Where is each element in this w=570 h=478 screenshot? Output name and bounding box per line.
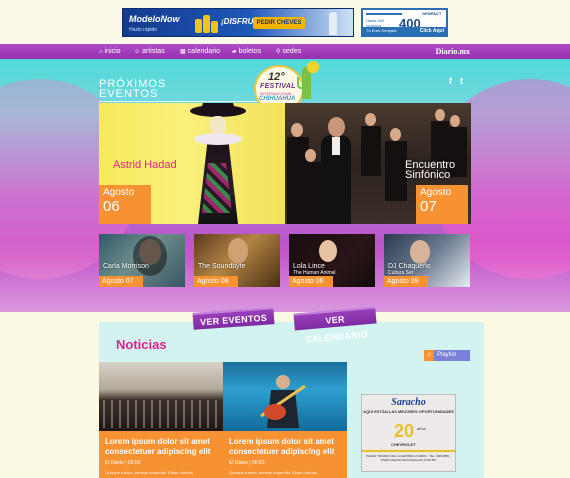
festival-edition: 12° (268, 71, 285, 83)
nav-label: boletos (238, 48, 262, 55)
top-ad-strip: ModeloNow Hazlo rápido ¡DISFRUTA! PEDIR … (0, 0, 570, 44)
sun-icon (307, 61, 319, 73)
news-card-image (223, 362, 347, 431)
event-date: Agosto 09 (384, 276, 428, 287)
cta-row: VER EVENTOS VER CALENDARIO (0, 302, 570, 345)
festival-line3: CHIHUAHUA (259, 96, 296, 102)
hair-shape (133, 236, 167, 276)
featured-event-name: Astrid Hadad (113, 159, 177, 171)
performer-photo (228, 238, 248, 264)
calendar-icon: ▦ (180, 49, 186, 55)
nav-label: inicio (104, 48, 121, 55)
main-nav: ⌂ inicio ☺ artistas ▦ calendario ▰ boletos ⚲… (0, 44, 570, 59)
performer-photo (319, 240, 337, 262)
ad-anniversary: 20 (394, 421, 415, 441)
nav-item-calendario[interactable]: ▦ calendario (180, 46, 220, 57)
nav-label: sedes (282, 48, 302, 55)
event-day: 06 (103, 198, 120, 215)
location-pin-icon: ⚲ (276, 49, 281, 55)
ad-footer: Tú Eres Genpact. Click Aquí (363, 27, 446, 35)
genpact-banner-ad[interactable]: Hasta 400 registros 400 GENPACT Tú Eres … (361, 8, 448, 37)
featured-event-date: Agosto 06 (99, 185, 151, 224)
event-card-the-soundbyte[interactable]: The Soundbyte Agosto 08 (194, 234, 280, 287)
ad-anos: años (417, 426, 426, 431)
event-card-dj-chaqueno[interactable]: DJ Chaqueño Cultura Set Agosto 09 (384, 234, 470, 287)
music-note-icon: ♫ (424, 350, 434, 361)
featured-event-astrid-hadad[interactable]: Astrid Hadad Agosto 06 (99, 103, 285, 224)
news-source: El Diario | 06:50 (105, 460, 141, 466)
people-icon: ☺ (134, 49, 141, 55)
event-name: Lola Lince (293, 263, 325, 270)
performer-photo (410, 240, 430, 264)
beer-cans-image (195, 13, 218, 33)
featured-event-encuentro-sinfonico[interactable]: Encuentro Sinfónico Agosto 07 (285, 103, 471, 224)
diario-logo[interactable]: Diario.mx (436, 46, 470, 57)
ad-click-here[interactable]: Click Aquí (420, 27, 444, 35)
event-date: Agosto 08 (289, 276, 333, 287)
event-label: Lola Lince The Human Animal (293, 263, 336, 276)
ad-foot-text: Tú Eres Genpact. (366, 28, 398, 33)
event-card-carla-morrison[interactable]: Carla Morrison Agosto 07 (99, 234, 185, 287)
news-excerpt: Quisque rutrum. Aenean imperdiet. Etiam … (105, 470, 194, 475)
event-name: Carla Morrison (103, 263, 149, 270)
view-events-button[interactable]: VER EVENTOS (192, 307, 275, 330)
nav-label: calendario (187, 48, 220, 55)
event-label: The Soundbyte (198, 263, 245, 270)
news-excerpt: Quisque rutrum. Aenean imperdiet. Etiam … (229, 470, 318, 475)
event-label: Carla Morrison (103, 263, 149, 270)
ad-brand: Saracho (391, 397, 426, 408)
upcoming-events-heading: PRÓXIMOS EVENTOS (99, 78, 259, 102)
ad-stripe (362, 450, 455, 452)
event-date: Agosto 08 (194, 276, 238, 287)
news-title: Noticias (116, 337, 167, 352)
news-card[interactable]: Lorem ipsum dolor sit amet consectetuer … (223, 362, 347, 478)
guitarist-image (260, 375, 306, 428)
ad-make: CHEVROLET (391, 442, 416, 447)
nav-item-artistas[interactable]: ☺ artistas (134, 46, 165, 57)
ad-brand: ModeloNow (129, 14, 180, 24)
heading-rule (99, 101, 259, 102)
view-calendar-button[interactable]: VER CALENDARIO (293, 306, 377, 345)
ad-address: PASEO TRIUNFO DE LA REPÚBLICA #3600 · TE… (366, 454, 451, 462)
news-source: El Diario | 06:50 (229, 460, 265, 466)
event-name: The Soundbyte (198, 263, 246, 270)
event-date: Agosto 07 (99, 276, 143, 287)
ad-sub: Hazlo rápido (129, 27, 158, 33)
event-card-lola-lince[interactable]: Lola Lince The Human Animal Agosto 08 (289, 234, 375, 287)
news-headline[interactable]: Lorem ipsum dolor sit amet consectetuer … (229, 437, 345, 457)
bottle-image (329, 12, 337, 35)
event-month: Agosto (103, 187, 135, 198)
performer-photo (184, 103, 254, 224)
news-card[interactable]: Lorem ipsum dolor sit amet consectetuer … (99, 362, 223, 478)
playlist-label: Playlist (437, 352, 457, 358)
event-month: Agosto (420, 187, 452, 198)
featured-event-name: Encuentro Sinfónico (405, 159, 456, 181)
facebook-icon[interactable]: f (449, 76, 452, 86)
event-name: DJ Chaqueño (388, 263, 431, 270)
hero-section: PRÓXIMOS EVENTOS 12° FESTIVAL INTERNACIO… (0, 59, 570, 312)
home-icon: ⌂ (99, 49, 103, 55)
news-headline[interactable]: Lorem ipsum dolor sit amet consectetuer … (105, 437, 221, 457)
news-card-image (99, 362, 223, 431)
nav-item-boletos[interactable]: ▰ boletos (232, 46, 261, 57)
nav-item-sedes[interactable]: ⚲ sedes (276, 46, 301, 57)
ad-accent-bar (366, 13, 402, 15)
saracho-chevrolet-ad[interactable]: Saracho AQUÍ ESTÁN LAS MEJORES OPORTUNID… (361, 394, 456, 472)
nav-label: artistas (142, 48, 165, 55)
ad-cta-button[interactable]: PEDIR CHEVES (253, 17, 305, 29)
ad-logo: GENPACT (422, 11, 442, 16)
ticket-icon: ▰ (232, 49, 237, 55)
event-label: DJ Chaqueño Cultura Set (388, 263, 431, 276)
heading-text: PRÓXIMOS EVENTOS (99, 78, 167, 100)
nav-item-inicio[interactable]: ⌂ inicio (99, 46, 121, 57)
featured-event-date: Agosto 07 (416, 185, 468, 224)
playlist-button[interactable]: ♫ Playlist (424, 350, 470, 361)
ad-tagline: AQUÍ ESTÁN LAS MEJORES OPORTUNIDADES (363, 409, 454, 414)
event-day: 07 (420, 198, 437, 215)
twitter-icon[interactable]: t (460, 76, 463, 86)
modelo-banner-ad[interactable]: ModeloNow Hazlo rápido ¡DISFRUTA! PEDIR … (122, 8, 354, 37)
festival-line1: FESTIVAL (260, 83, 296, 90)
